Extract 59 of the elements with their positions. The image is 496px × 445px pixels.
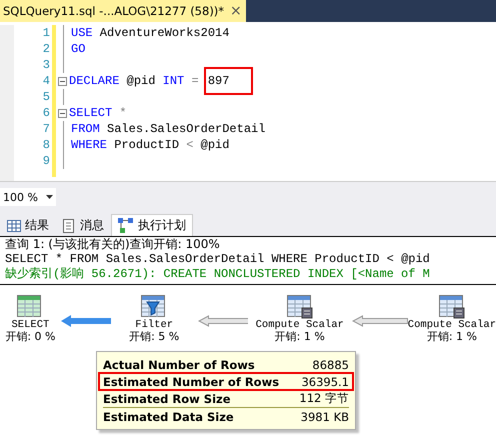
sql-keyword: USE [71,25,93,41]
caret-icon [46,195,53,199]
filter-icon [141,295,168,319]
close-button[interactable]: × [228,3,244,19]
sql-text: @pid [200,137,230,153]
sql-keyword: GO [71,41,86,57]
result-tab[interactable]: 执行计划 [111,214,193,236]
plan-node-label[interactable]: SELECT [11,319,50,331]
property-label: Estimated Data Size [103,410,234,424]
property-value: 112 字节 [299,391,349,406]
line-number: 6 [42,105,50,121]
collapse-icon[interactable] [58,108,67,118]
property-label: Estimated Row Size [103,392,231,406]
sql-text: 897 [206,69,252,93]
line-number: 4 [42,73,50,89]
property-label: Actual Number of Rows [103,358,255,372]
plan-icon [118,218,134,234]
property-value: 3981 KB [300,410,349,424]
table-icon [17,295,44,319]
zoom-dropdown[interactable]: 100 % [0,188,56,206]
document-tab[interactable]: SQLQuery11.sql -...ALOG\21277 (58))* × [0,0,246,22]
sql-text: ProductID [113,137,180,153]
plan-node-cost: 开销: 1 % [274,331,325,343]
table-calculator-icon [286,295,313,319]
document-title: SQLQuery11.sql -...ALOG\21277 (58))* [3,4,224,18]
line-number: 1 [42,25,50,41]
query-cost-text: 查询 1: (与该批有关的)查询开销: 100% [4,237,221,252]
line-number: 3 [42,57,50,73]
sql-text: AdventureWorks2014 [98,25,230,41]
line-number: 9 [42,153,50,169]
line-number: 8 [42,137,50,153]
sql-keyword: FROM [71,121,100,137]
plan-node-cost: 开销: 5 % [129,331,180,343]
property-value: 36395.1 [301,374,349,388]
sql-keyword: SELECT [69,105,112,121]
property-label: Estimated Number of Rows [103,374,280,388]
sql-keyword: WHERE [71,137,108,153]
grid-icon [7,220,21,232]
collapse-icon[interactable] [58,76,67,86]
sql-text: Sales.SalesOrderDetail [106,121,266,137]
sql-keyword: INT [162,73,184,89]
plan-node-cost: 开销: 0 % [5,331,56,343]
sql-operator: = [190,73,200,89]
table-calculator-icon [438,295,465,319]
plan-node-cost: 开销: 1 % [426,331,477,343]
line-number: 5 [42,89,50,105]
sql-operator: * [118,105,127,121]
plan-node-label[interactable]: Filter [135,319,174,331]
sql-operator: < [186,137,194,153]
plan-node-label[interactable]: Compute Scalar [408,319,496,331]
sql-keyword: DECLARE [69,73,120,89]
plan-node-label[interactable]: Compute Scalar [256,319,344,331]
missing-index-hint: 缺少索引(影响 56.2671): CREATE NONCLUSTERED INDEX [<Name of M [4,267,431,282]
line-number: 7 [42,121,50,137]
document-icon [63,218,76,232]
line-number: 2 [42,41,50,57]
query-text: SELECT * FROM Sales.SalesOrderDetail WHERE ProductID < @pid [4,252,431,267]
sql-text: @pid [126,73,156,89]
property-value: 86885 [312,358,349,372]
